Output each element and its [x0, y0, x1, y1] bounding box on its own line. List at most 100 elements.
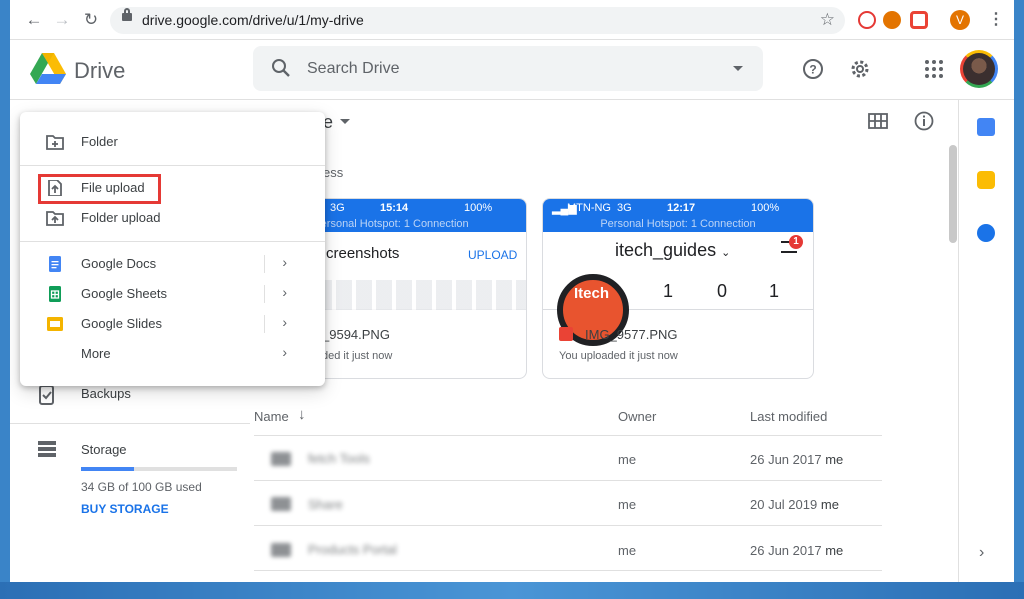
search-input[interactable]: Search Drive	[307, 60, 399, 78]
browser-menu-icon[interactable]: ⋮	[988, 9, 1004, 29]
image-file-icon	[559, 327, 573, 341]
stat-posts: 1	[663, 281, 674, 301]
row-owner: me	[618, 497, 637, 512]
row-modified: 26 Jun 2017 me	[750, 452, 843, 467]
docs-icon	[49, 256, 61, 272]
search-options-icon[interactable]	[733, 66, 743, 71]
profile-avatar[interactable]: V	[950, 10, 970, 30]
title-dropdown-icon[interactable]	[340, 119, 350, 124]
row-modified: 26 Jun 2017 me	[750, 543, 843, 558]
row-name[interactable]: Share	[308, 497, 343, 512]
back-icon[interactable]: ←	[24, 10, 44, 30]
card-meta: ded it just now	[322, 350, 393, 362]
search-box[interactable]: Search Drive	[253, 46, 763, 91]
calendar-icon[interactable]	[977, 118, 995, 136]
storage-bar	[81, 467, 237, 471]
folder-icon	[271, 452, 291, 466]
chevron-right-icon[interactable]: ›	[282, 314, 287, 330]
row-name[interactable]: fetch Tools	[308, 451, 370, 466]
quick-access-heading: ess	[323, 165, 344, 180]
notification-badge: 1	[789, 235, 803, 249]
column-modified-header[interactable]: Last modified	[750, 409, 827, 424]
status-time: 12:17	[667, 202, 696, 214]
menu-item-label: More	[81, 346, 111, 361]
chevron-right-icon[interactable]: ›	[282, 254, 287, 270]
row-modified-by: me	[825, 452, 844, 467]
folder-upload-icon	[46, 211, 64, 226]
menu-item-folder-upload[interactable]: Folder upload	[20, 203, 325, 233]
preview-title-text: itech_guides	[615, 240, 717, 260]
grid-view-icon[interactable]	[868, 113, 888, 129]
status-signal: 3G	[617, 202, 632, 214]
profile-logo-text: Itech	[574, 285, 610, 302]
info-icon[interactable]	[914, 111, 934, 131]
search-icon[interactable]	[271, 58, 291, 78]
drive-logo-icon[interactable]	[30, 53, 66, 85]
drive-brand[interactable]: Drive	[74, 58, 125, 84]
divider	[20, 241, 325, 242]
drive-header: Drive Search Drive ?	[10, 40, 1014, 100]
divider	[10, 423, 250, 424]
menu-item-label: Google Slides	[81, 316, 162, 331]
buy-storage-link[interactable]: BUY STORAGE	[81, 502, 169, 516]
menu-item-google-slides[interactable]: Google Slides ›	[20, 309, 325, 339]
desktop-background	[0, 582, 1024, 599]
column-name-header[interactable]: Name	[254, 409, 289, 424]
bookmark-star-icon[interactable]: ☆	[820, 10, 835, 30]
row-name[interactable]: Products Portal	[308, 542, 397, 557]
divider	[254, 435, 882, 436]
extension-icon[interactable]	[910, 11, 928, 29]
menu-item-google-sheets[interactable]: Google Sheets ›	[20, 279, 325, 309]
sidebar-item-storage[interactable]: Storage	[10, 435, 250, 465]
hotspot-bar: Personal Hotspot: 1 Connection	[543, 217, 813, 232]
lock-icon	[122, 8, 132, 21]
settings-gear-icon[interactable]	[849, 58, 871, 80]
help-icon[interactable]: ?	[802, 58, 824, 80]
folder-icon	[271, 543, 291, 557]
scrollbar-thumb[interactable]	[949, 145, 957, 243]
divider	[264, 255, 265, 273]
chevron-down-icon: ⌄	[721, 247, 731, 259]
menu-item-label: Folder upload	[81, 210, 161, 225]
backups-icon	[39, 385, 54, 405]
preview-thumbnails	[316, 280, 526, 310]
preview-upload-label: UPLOAD	[468, 248, 518, 262]
sort-arrow-icon[interactable]: ↓	[298, 406, 306, 423]
menu-item-label: Google Docs	[81, 256, 157, 271]
menu-item-folder[interactable]: Folder	[20, 127, 325, 157]
preview-title: itech_guides ⌄	[615, 240, 730, 261]
status-signal: 3G	[330, 202, 345, 214]
apps-grid-icon[interactable]	[923, 58, 945, 80]
chevron-right-icon[interactable]: ›	[282, 344, 287, 360]
keep-icon[interactable]	[977, 171, 995, 189]
tasks-icon[interactable]	[977, 224, 995, 242]
menu-item-label: Folder	[81, 134, 118, 149]
chevron-right-icon[interactable]: ›	[979, 544, 984, 562]
card-meta: You uploaded it just now	[559, 350, 678, 362]
row-owner: me	[618, 452, 637, 467]
divider	[264, 285, 265, 303]
menu-item-more[interactable]: More ›	[20, 339, 325, 369]
account-avatar[interactable]	[960, 50, 998, 88]
divider	[254, 525, 882, 526]
reload-icon[interactable]: ↻	[81, 10, 101, 30]
chevron-right-icon[interactable]: ›	[282, 284, 287, 300]
status-carrier: MTN-NG	[567, 202, 611, 214]
row-date: 26 Jun 2017	[750, 452, 822, 467]
phone-status-bar: ▂▄▆ MTN-NG 3G 12:17 100%	[543, 199, 813, 217]
menu-item-google-docs[interactable]: Google Docs ›	[20, 249, 325, 279]
extension-icon[interactable]	[883, 11, 901, 29]
divider	[20, 165, 325, 166]
url-text[interactable]: drive.google.com/drive/u/1/my-drive	[142, 12, 364, 28]
row-modified-by: me	[820, 497, 839, 512]
sidebar-item-label: Backups	[81, 386, 131, 401]
folder-plus-icon	[46, 135, 64, 150]
forward-icon[interactable]: →	[52, 10, 72, 30]
side-panel: ›	[958, 100, 1014, 582]
quick-access-card[interactable]: ▂▄▆ MTN-NG 3G 12:17 100% Personal Hotspo…	[542, 198, 814, 379]
extension-icon[interactable]	[858, 11, 876, 29]
address-bar[interactable]: drive.google.com/drive/u/1/my-drive ☆	[110, 7, 845, 34]
browser-toolbar: ← → ↻ drive.google.com/drive/u/1/my-driv…	[10, 0, 1014, 40]
stat-followers: 0	[717, 281, 728, 301]
column-owner-header: Owner	[618, 409, 657, 424]
